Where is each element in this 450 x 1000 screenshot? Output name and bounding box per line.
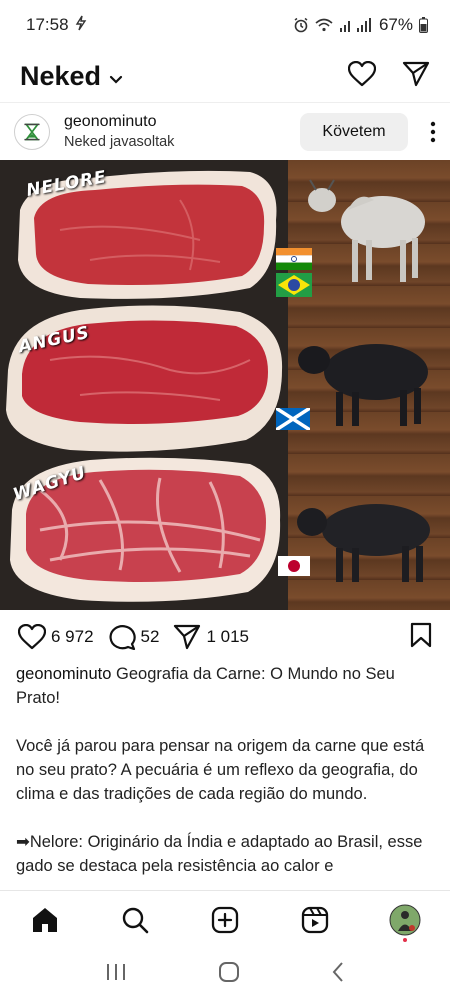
share-button[interactable]: 1 015 — [173, 624, 249, 650]
brazil-flag-icon — [276, 273, 312, 297]
back-icon[interactable] — [331, 961, 345, 988]
nav-reels[interactable] — [295, 900, 335, 940]
follow-button[interactable]: Követem — [300, 112, 408, 151]
share-icon — [174, 624, 201, 650]
cattle-panel — [288, 160, 450, 610]
profile-avatar — [389, 904, 421, 935]
add-post-icon — [211, 906, 239, 933]
reels-icon — [301, 906, 329, 933]
comment-count: 52 — [140, 627, 160, 646]
chevron-down-icon — [109, 61, 123, 92]
nav-home[interactable] — [25, 900, 65, 940]
caption-headline: geonominuto Geografia da Carne: O Mundo … — [16, 662, 434, 710]
activity-icon — [75, 15, 87, 36]
post-username[interactable]: geonominuto — [64, 113, 300, 131]
battery-icon — [419, 17, 428, 33]
more-options-icon[interactable] — [408, 121, 436, 143]
suggestion-label: Neked javasoltak — [64, 134, 175, 150]
caption-paragraph: Você já parou para pensar na origem da c… — [16, 737, 425, 803]
signal-icon — [339, 17, 373, 33]
recent-apps-icon[interactable] — [105, 962, 127, 987]
alarm-icon — [293, 17, 309, 33]
scotland-flag-icon — [276, 408, 310, 430]
share-count: 1 015 — [206, 627, 250, 646]
battery-text: 67% — [378, 15, 413, 34]
heart-icon — [18, 624, 46, 650]
app-header: Neked — [0, 50, 450, 102]
like-count: 6 972 — [51, 627, 94, 646]
post-caption[interactable]: geonominuto Geografia da Carne: O Mundo … — [16, 662, 434, 890]
home-icon — [33, 907, 57, 932]
notification-dot — [403, 937, 407, 942]
search-icon — [122, 907, 149, 933]
bookmark-icon — [410, 622, 432, 647]
nav-create[interactable] — [205, 900, 245, 940]
save-button[interactable] — [410, 622, 432, 653]
angus-steak — [6, 305, 283, 452]
status-time: 17:58 — [26, 15, 69, 34]
india-flag-icon — [276, 248, 312, 270]
nav-profile[interactable] — [385, 900, 425, 942]
post-image[interactable]: NELORE ANGUS WAGYU — [0, 160, 450, 610]
post-header: geonominuto Neked javasoltak Követem — [0, 102, 450, 160]
feed-selector[interactable]: Neked — [20, 61, 123, 92]
steak-panel — [0, 160, 288, 610]
caption-username[interactable]: geonominuto — [16, 665, 111, 683]
wagyu-bull-illustration — [297, 504, 430, 582]
status-bar: 17:58 67% — [0, 0, 450, 50]
caption-paragraph: ➡Nelore: Originário da Índia e adaptado … — [16, 833, 423, 875]
bottom-nav — [0, 890, 450, 948]
angus-bull-illustration — [298, 344, 428, 426]
hourglass-logo-icon — [24, 123, 40, 140]
nelore-bull-illustration — [308, 179, 425, 282]
account-avatar[interactable] — [14, 113, 50, 150]
comment-button[interactable]: 52 — [108, 624, 160, 650]
heart-icon[interactable] — [347, 60, 377, 92]
comment-icon — [109, 625, 136, 650]
post-actions: 6 972 52 1 015 — [0, 614, 450, 660]
direct-message-icon[interactable] — [402, 61, 430, 92]
system-navigation-bar — [0, 948, 450, 1000]
japan-flag-icon — [278, 556, 310, 576]
home-button-icon[interactable] — [218, 961, 240, 988]
nav-search[interactable] — [115, 900, 155, 940]
like-button[interactable]: 6 972 — [18, 624, 94, 650]
wifi-icon — [315, 17, 333, 33]
feed-title: Neked — [20, 60, 102, 91]
